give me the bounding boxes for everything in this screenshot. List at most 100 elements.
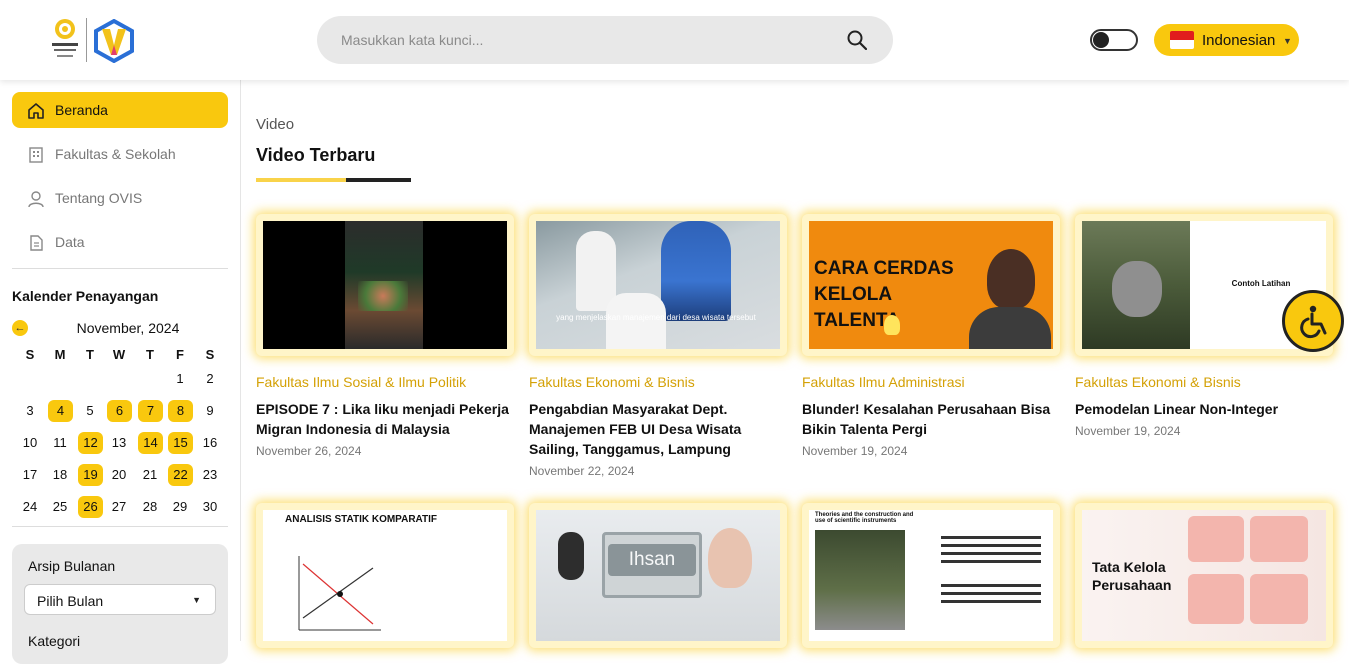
video-title[interactable]: Pengabdian Masyarakat Dept. Manajemen FE… [529,399,787,459]
calendar-title: Kalender Penayangan [12,288,159,304]
calendar-day[interactable]: 10 [18,432,42,454]
calendar-day[interactable]: 20 [107,464,131,486]
calendar-day[interactable]: 16 [198,432,222,454]
video-faculty[interactable]: Fakultas Ekonomi & Bisnis [529,374,787,391]
search-input[interactable] [341,28,821,52]
video-title[interactable]: Blunder! Kesalahan Perusahaan Bisa Bikin… [802,399,1060,439]
calendar-day[interactable]: 28 [138,496,162,518]
video-faculty[interactable]: Fakultas Ilmu Sosial & Ilmu Politik [256,374,514,391]
search-icon[interactable] [847,30,867,50]
calendar-day[interactable]: 7 [138,400,163,422]
accessibility-button[interactable] [1282,290,1344,352]
video-title[interactable]: EPISODE 7 : Lika liku menjadi Pekerja Mi… [256,399,514,439]
user-icon [28,191,44,208]
document-icon [30,235,43,251]
calendar-weekday: T [86,347,94,362]
video-date: November 26, 2024 [256,444,362,458]
calendar-day[interactable]: 25 [48,496,72,518]
calendar-day[interactable]: 23 [198,464,222,486]
calendar-day[interactable]: 22 [168,464,193,486]
theme-toggle[interactable] [1090,29,1138,51]
breadcrumb: Video [256,116,295,133]
calendar-day[interactable]: 1 [168,368,192,390]
video-card[interactable]: yang menjelaskan manajemen dari desa wis… [529,214,787,478]
calendar-day[interactable]: 12 [78,432,103,454]
calendar-day[interactable]: 5 [78,400,102,422]
video-thumbnail[interactable] [256,214,514,356]
sidebar-item-label: Data [55,234,85,250]
indonesia-flag-icon [1170,31,1194,49]
calendar-prev-icon[interactable]: ← [12,320,28,336]
calendar-day[interactable]: 6 [107,400,132,422]
calendar-day[interactable]: 14 [138,432,163,454]
category-title: Kategori [28,633,81,649]
sidebar-item-label: Beranda [55,102,108,118]
calendar-day[interactable]: 11 [48,432,72,454]
thumbnail-heading: ANALISIS STATIK KOMPARATIF [285,514,438,525]
home-icon [28,103,44,119]
calendar-day[interactable]: 3 [18,400,42,422]
calendar-day[interactable]: 29 [168,496,192,518]
ui-logo-icon[interactable] [50,17,80,63]
page-title: Video Terbaru [256,145,376,165]
video-thumbnail[interactable]: CARA CERDAS KELOLA TALENTA [802,214,1060,356]
calendar-day[interactable]: 13 [107,432,131,454]
caret-down-icon: ▼ [1283,36,1292,46]
calendar-day[interactable]: 17 [18,464,42,486]
language-selector[interactable]: Indonesian ▼ [1154,24,1299,56]
calendar-weekday: S [205,347,215,362]
sidebar-item-label: Tentang OVIS [55,190,143,206]
calendar-day[interactable]: 30 [198,496,222,518]
logo-divider [86,18,87,62]
calendar-day[interactable]: 4 [48,400,73,422]
search-bar [317,16,893,64]
month-select-value: Pilih Bulan [37,593,104,609]
video-faculty[interactable]: Fakultas Ilmu Administrasi [802,374,1060,391]
calendar-day[interactable]: 19 [78,464,103,486]
top-header: Indonesian ▼ [0,0,1349,80]
calendar-day[interactable]: 24 [18,496,42,518]
video-title[interactable]: Pemodelan Linear Non-Integer [1075,399,1333,419]
calendar-day[interactable]: 18 [48,464,72,486]
calendar-weekday: F [176,347,184,362]
video-thumbnail[interactable]: Theories and the construction and use of… [802,503,1060,648]
language-label: Indonesian [1202,32,1276,49]
calendar-day[interactable]: 21 [138,464,162,486]
sidebar-item-tentang[interactable]: Tentang OVIS [12,180,228,216]
archive-panel: Arsip Bulanan Pilih Bulan ▼ Kategori [12,544,228,664]
thumbnail-heading: Theories and the construction and use of… [815,512,914,524]
thumbnail-heading: Contoh Latihan [1231,279,1291,288]
video-date: November 22, 2024 [529,464,635,478]
sidebar-item-data[interactable]: Data [12,224,228,260]
calendar-day[interactable]: 2 [198,368,222,390]
sidebar-item-beranda[interactable]: Beranda [12,92,228,128]
caret-down-icon: ▼ [192,595,201,605]
calendar-month: November, 2024 [76,320,180,336]
calendar-weekday: T [146,347,154,362]
building-icon [29,147,43,163]
calendar-weekday: M [54,347,66,362]
video-thumbnail[interactable]: ANALISIS STATIK KOMPARATIF [256,503,514,648]
calendar-day[interactable]: 26 [78,496,103,518]
divider [12,526,228,527]
ovis-logo-icon[interactable] [93,19,135,63]
video-card[interactable]: Fakultas Ilmu Sosial & Ilmu Politik EPIS… [256,214,514,458]
month-select[interactable]: Pilih Bulan ▼ [24,584,216,615]
video-thumbnail[interactable]: Tata Kelola Perusahaan [1075,503,1333,648]
sidebar-item-fakultas[interactable]: Fakultas & Sekolah [12,136,228,172]
calendar-day[interactable]: 8 [168,400,193,422]
video-card[interactable]: CARA CERDAS KELOLA TALENTA Fakultas Ilmu… [802,214,1060,458]
calendar-day[interactable]: 15 [168,432,193,454]
calendar-weekday: S [25,347,35,362]
calendar-day[interactable]: 27 [107,496,131,518]
video-thumbnail[interactable]: Ihsan [529,503,787,648]
archive-title: Arsip Bulanan [28,558,116,574]
thumbnail-caption: yang menjelaskan manajemen dari desa wis… [556,313,756,322]
video-faculty[interactable]: Fakultas Ekonomi & Bisnis [1075,374,1333,391]
title-underline [346,178,411,182]
calendar-day[interactable]: 9 [198,400,222,422]
wheelchair-icon [1300,305,1327,339]
video-date: November 19, 2024 [1075,424,1181,438]
sun-icon [1093,32,1109,48]
video-thumbnail[interactable]: yang menjelaskan manajemen dari desa wis… [529,214,787,356]
